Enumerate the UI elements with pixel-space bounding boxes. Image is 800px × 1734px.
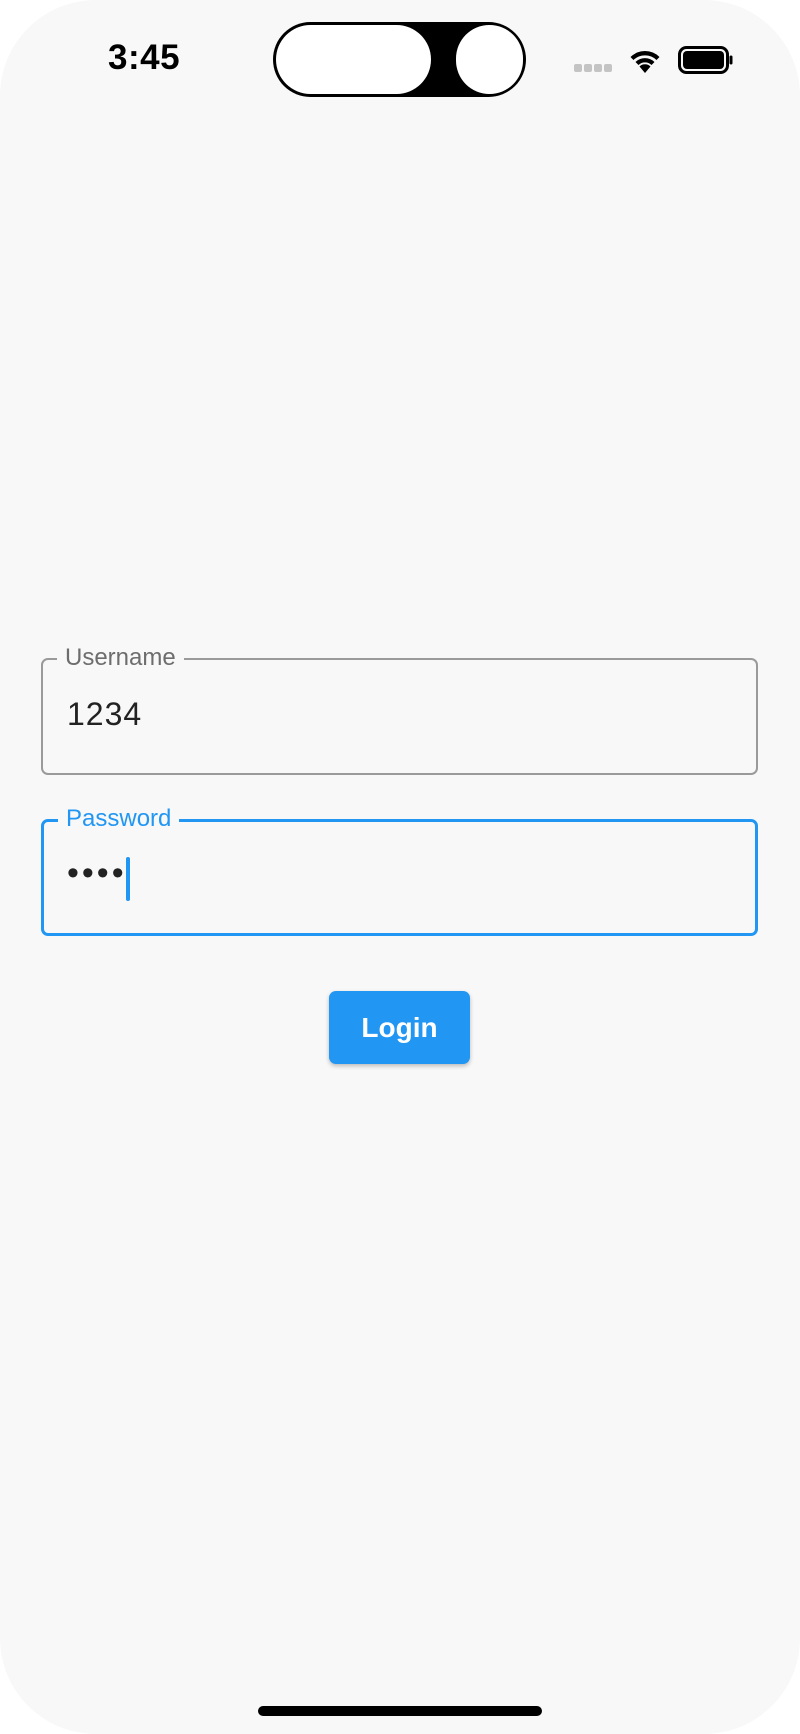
dynamic-island (273, 22, 526, 97)
status-time: 3:45 (108, 38, 181, 77)
home-indicator[interactable] (258, 1706, 542, 1716)
username-value: 1234 (67, 696, 143, 732)
login-button[interactable]: Login (329, 991, 470, 1064)
battery-icon (678, 46, 733, 74)
wifi-icon (630, 50, 660, 73)
text-cursor (126, 857, 130, 901)
password-field[interactable]: Password •••• (41, 802, 758, 936)
cellular-signal-icon (574, 64, 614, 72)
username-field[interactable]: Username 1234 (41, 641, 758, 775)
username-label: Username (57, 641, 184, 675)
password-label: Password (58, 802, 180, 836)
island-camera (456, 25, 523, 94)
phone-screen: 3:45 Username 1234 Password •••• Login (0, 0, 800, 1734)
island-pill (276, 25, 431, 94)
password-masked-value: •••• (67, 854, 127, 892)
